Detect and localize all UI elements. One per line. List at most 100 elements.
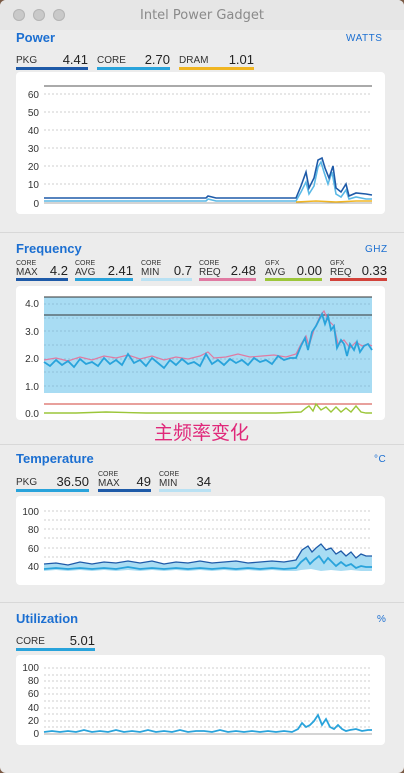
freq-metric-core-max: CORE MAX 4.2: [16, 257, 68, 281]
metric-value: 34: [196, 474, 211, 489]
temperature-section-title: Temperature: [16, 451, 94, 466]
freq-gfx-line: [44, 402, 372, 414]
metric-label: AVG: [265, 267, 286, 278]
freq-metric-core-req: CORE REQ 2.48: [199, 257, 256, 281]
metric-label: MIN: [141, 267, 160, 278]
metric-label: MAX: [98, 478, 120, 489]
axis-tick: 2.0: [25, 354, 39, 365]
section-divider: [0, 444, 404, 445]
metric-value: 0.7: [173, 263, 192, 278]
title-bar[interactable]: Intel Power Gadget: [0, 0, 404, 30]
metric-label: CORE: [16, 636, 45, 647]
metric-label: MAX: [16, 267, 38, 278]
section-divider: [0, 602, 404, 603]
axis-tick: 20: [28, 162, 40, 173]
axis-tick: 50: [28, 108, 40, 119]
utilization-section-title: Utilization: [16, 611, 79, 626]
freq-metric-gfx-req: GFX REQ 0.33: [330, 257, 387, 281]
power-dram-line: [295, 200, 372, 203]
metric-label: REQ: [199, 267, 221, 278]
utilization-unit: %: [377, 614, 387, 625]
axis-tick: 20: [28, 716, 40, 727]
temperature-chart: 100 80 60 40: [16, 496, 385, 585]
power-metric-dram: DRAM 1.01: [179, 46, 254, 70]
power-metric-pkg: PKG 4.41: [16, 46, 88, 70]
temp-metric-core-min: CORE MIN 34: [159, 468, 211, 492]
power-metric-label: CORE: [97, 55, 126, 66]
metric-bar: [141, 278, 192, 281]
metric-value: 0.33: [361, 263, 387, 278]
axis-tick: 30: [28, 144, 40, 155]
power-unit: WATTS: [346, 33, 383, 44]
power-metric-bar: [97, 67, 170, 70]
temp-metric-pkg: PKG 36.50: [16, 468, 89, 492]
axis-tick: 40: [28, 562, 40, 573]
frequency-section-title: Frequency: [16, 241, 82, 256]
metric-value: 0.00: [296, 263, 322, 278]
metric-value: 5.01: [69, 633, 95, 648]
power-metric-bar: [16, 67, 88, 70]
metric-bar: [16, 489, 89, 492]
temp-metric-core-max: CORE MAX 49: [98, 468, 151, 492]
metric-bar: [98, 489, 151, 492]
axis-tick: 3.0: [25, 327, 39, 338]
metric-label: AVG: [75, 267, 96, 278]
util-metric-core: CORE 5.01: [16, 627, 95, 651]
metric-value: 49: [136, 474, 151, 489]
axis-tick: 4.0: [25, 299, 39, 310]
axis-tick: 60: [28, 90, 40, 101]
power-metric-core: CORE 2.70: [97, 46, 170, 70]
frequency-unit: GHZ: [365, 244, 388, 255]
power-metric-label: DRAM: [179, 55, 209, 66]
axis-tick: 100: [22, 507, 39, 518]
freq-metric-core-avg: CORE AVG 2.41: [75, 257, 133, 281]
axis-tick: 80: [28, 525, 40, 536]
power-core-line: [44, 160, 372, 202]
metric-bar: [330, 278, 387, 281]
app-window: Intel Power Gadget Power WATTS PKG 4.41 …: [0, 0, 404, 773]
window-title: Intel Power Gadget: [140, 8, 264, 23]
freq-metric-gfx-avg: GFX AVG 0.00: [265, 257, 322, 281]
freq-metric-core-min: CORE MIN 0.7: [141, 257, 192, 281]
metric-label: PKG: [16, 477, 38, 488]
metric-label: REQ: [330, 267, 352, 278]
axis-tick: 10: [28, 180, 40, 191]
metric-bar: [75, 278, 133, 281]
temperature-chart-svg: 100 80 60 40: [22, 507, 372, 573]
axis-tick: 40: [28, 703, 40, 714]
power-metric-label: PKG: [16, 55, 38, 66]
metric-label: MIN: [159, 478, 178, 489]
axis-tick: 1.0: [25, 382, 39, 393]
metric-bar: [16, 278, 68, 281]
metric-value: 2.41: [107, 263, 133, 278]
power-chart-svg: 60 50 40 30 20 10 0: [28, 85, 373, 210]
power-chart: 60 50 40 30 20 10 0: [16, 72, 385, 214]
metric-bar: [199, 278, 256, 281]
metric-value: 4.2: [49, 263, 68, 278]
utilization-chart-svg: 100 80 60 40 20 0: [22, 663, 372, 740]
axis-tick: 0.0: [25, 409, 39, 420]
axis-tick: 80: [28, 676, 40, 687]
metric-bar: [265, 278, 322, 281]
axis-tick: 100: [22, 663, 39, 674]
power-metric-value: 1.01: [228, 52, 254, 67]
metric-value: 2.48: [230, 263, 256, 278]
axis-tick: 60: [28, 544, 40, 555]
frequency-chart: 4.0 3.0 2.0 1.0 0.0: [16, 286, 385, 420]
axis-tick: 60: [28, 689, 40, 700]
temperature-unit: °C: [374, 454, 387, 465]
axis-tick: 40: [28, 126, 40, 137]
power-pkg-line: [44, 156, 373, 199]
axis-tick: 0: [33, 199, 39, 210]
axis-tick: 0: [33, 729, 39, 740]
power-metric-value: 4.41: [62, 52, 88, 67]
section-divider: [0, 232, 404, 233]
utilization-chart: 100 80 60 40 20 0: [16, 655, 385, 745]
power-section-title: Power: [16, 30, 56, 45]
power-metric-bar: [179, 67, 254, 70]
metric-value: 36.50: [56, 474, 89, 489]
metric-bar: [159, 489, 211, 492]
power-metric-value: 2.70: [144, 52, 170, 67]
util-core-line: [43, 713, 372, 733]
metric-bar: [16, 648, 95, 651]
